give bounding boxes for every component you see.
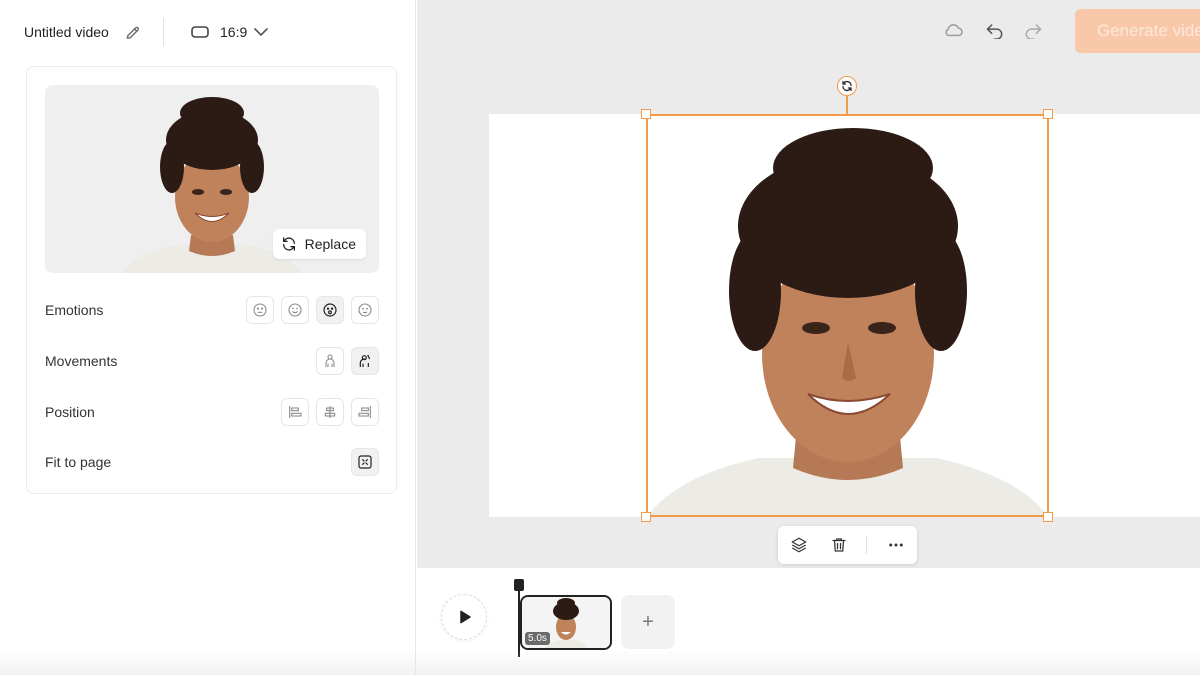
replace-label: Replace [304,236,356,252]
element-toolbar [778,526,917,564]
emotions-row: Emotions [45,295,379,325]
playhead-handle[interactable] [514,579,524,591]
emotion-happy-button[interactable] [281,296,309,324]
movement-wave-icon [359,354,371,367]
resize-handle-ne[interactable] [1043,109,1053,119]
align-left-icon [289,406,302,418]
fit-to-page-icon [358,455,372,469]
redo-icon[interactable] [1023,21,1043,39]
emotion-surprised-button[interactable] [316,296,344,324]
rotate-connector [846,96,848,114]
play-icon [460,610,471,624]
aspect-ratio-select[interactable]: 16:9 [220,24,247,40]
canvas-area: Generate video [417,0,1200,568]
align-center-icon [324,406,336,418]
emotion-neutral-button[interactable] [246,296,274,324]
layers-icon[interactable] [790,536,808,554]
position-label: Position [45,404,95,420]
movements-label: Movements [45,353,118,369]
align-right-button[interactable] [351,398,379,426]
emotion-surprised-icon [323,303,337,317]
movement-wave-button[interactable] [351,347,379,375]
selected-avatar[interactable] [646,114,1049,517]
timeline: 5.0s + [417,568,1200,675]
clip-duration: 5.0s [525,632,550,645]
rotate-icon [842,80,852,92]
resize-handle-nw[interactable] [641,109,651,119]
emotion-calm-button[interactable] [351,296,379,324]
divider [163,18,164,46]
emotion-happy-icon [288,303,302,317]
video-title[interactable]: Untitled video [24,24,109,40]
left-panel: Untitled video 16:9 Replace Emotions Mov… [0,0,416,675]
avatar-settings-card: Replace Emotions Movements Position Fit … [26,66,397,494]
divider [866,536,867,554]
top-bar: Untitled video 16:9 [0,0,416,64]
avatar-image [648,116,1047,515]
rotate-handle[interactable] [837,76,857,96]
align-center-button[interactable] [316,398,344,426]
replace-button[interactable]: Replace [272,229,366,259]
fit-to-page-label: Fit to page [45,454,112,470]
resize-handle-sw[interactable] [641,512,651,522]
undo-icon[interactable] [985,21,1005,39]
emotion-neutral-icon [253,303,267,317]
add-clip-button[interactable]: + [621,595,675,649]
align-right-icon [358,406,371,418]
emotions-label: Emotions [45,302,104,318]
align-left-button[interactable] [281,398,309,426]
aspect-rect-icon[interactable] [191,25,209,39]
trash-icon[interactable] [830,536,848,554]
emotion-calm-icon [358,303,372,317]
chevron-down-icon[interactable] [254,27,268,37]
movement-still-icon [325,354,335,367]
refresh-icon [282,237,295,251]
avatar-preview: Replace [45,85,379,273]
fit-to-page-button[interactable] [351,448,379,476]
fit-to-page-row: Fit to page [45,447,379,477]
play-button[interactable] [441,594,487,640]
position-row: Position [45,397,379,427]
more-icon[interactable] [887,536,905,554]
pencil-icon[interactable] [124,23,142,41]
generate-video-button[interactable]: Generate video [1075,9,1200,53]
resize-handle-se[interactable] [1043,512,1053,522]
movements-row: Movements [45,346,379,376]
timeline-clip[interactable]: 5.0s [520,595,612,650]
cloud-save-icon[interactable] [942,20,964,40]
movement-still-button[interactable] [316,347,344,375]
